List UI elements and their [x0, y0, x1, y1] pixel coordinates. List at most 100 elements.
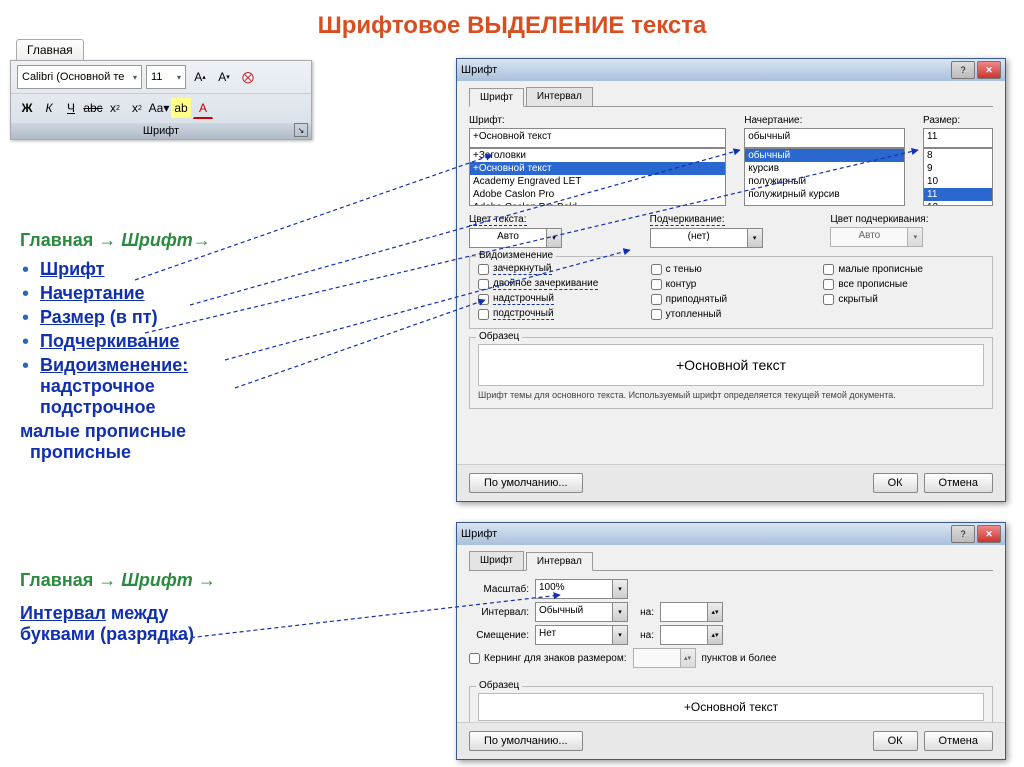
- list-item[interactable]: полужирный: [745, 175, 904, 188]
- scale-combo[interactable]: 100%▾: [535, 579, 628, 599]
- bullet-style: Начертание: [40, 283, 350, 304]
- hint-text: Шрифт темы для основного текста. Использ…: [478, 390, 984, 400]
- dropdown-icon: ▾: [908, 227, 923, 247]
- spacing-by-spinner[interactable]: ▴▾: [660, 602, 723, 622]
- position-by-spinner[interactable]: ▴▾: [660, 625, 723, 645]
- tab-interval[interactable]: Интервал: [526, 552, 593, 571]
- size-input[interactable]: 11: [923, 128, 993, 148]
- chk-shadow[interactable]: с тенью: [651, 263, 812, 275]
- spacing-by-label: на:: [634, 607, 654, 618]
- tab-font[interactable]: Шрифт: [469, 88, 524, 107]
- default-button[interactable]: По умолчанию...: [469, 473, 583, 493]
- chk-smallcaps[interactable]: малые прописные: [823, 263, 984, 275]
- dialog-launcher-icon[interactable]: ↘: [294, 123, 308, 137]
- underline-style-label: Подчеркивание:: [650, 214, 725, 226]
- spinner-icon: ▴▾: [681, 648, 696, 668]
- dropdown-icon: ▾: [177, 73, 181, 82]
- font-input[interactable]: +Основной текст: [469, 128, 726, 148]
- list-item[interactable]: +Заголовки: [470, 149, 725, 162]
- strike-button[interactable]: abc: [83, 98, 103, 118]
- underline-color-combo[interactable]: Авто▾: [830, 227, 993, 247]
- superscript-button[interactable]: x2: [127, 98, 147, 118]
- default-button[interactable]: По умолчанию...: [469, 731, 583, 751]
- chk-allcaps[interactable]: все прописные: [823, 278, 984, 290]
- list-item[interactable]: 12: [924, 201, 992, 206]
- dialog-title: Шрифт: [461, 64, 497, 76]
- grow-font-button[interactable]: A▴: [190, 67, 210, 87]
- effects-label: Видоизменение: [476, 250, 556, 261]
- style-list[interactable]: обычный курсив полужирный полужирный кур…: [744, 148, 905, 206]
- bullet-size: Размер (в пт): [40, 307, 350, 328]
- chk-hidden[interactable]: скрытый: [823, 293, 984, 305]
- list-item[interactable]: курсив: [745, 162, 904, 175]
- close-button[interactable]: ✕: [977, 525, 1001, 543]
- ribbon-tab-home[interactable]: Главная: [16, 39, 84, 60]
- font-list[interactable]: +Заголовки +Основной текст Academy Engra…: [469, 148, 726, 206]
- font-label: Шрифт:: [469, 115, 726, 126]
- help-button[interactable]: ?: [951, 525, 975, 543]
- position-combo[interactable]: Нет▾: [535, 625, 628, 645]
- font-name-value: Calibri (Основной те: [22, 71, 124, 83]
- list-item[interactable]: Academy Engraved LET: [470, 175, 725, 188]
- list-item[interactable]: обычный: [745, 149, 904, 162]
- bullet-allcaps: прописные: [30, 442, 350, 463]
- list-item[interactable]: 9: [924, 162, 992, 175]
- list-item[interactable]: +Основной текст: [470, 162, 725, 175]
- chk-strikethrough[interactable]: зачеркнутый: [478, 263, 639, 275]
- list-item[interactable]: 8: [924, 149, 992, 162]
- size-label: Размер:: [923, 115, 993, 126]
- dialog-titlebar: Шрифт ? ✕: [457, 523, 1005, 545]
- tab-interval[interactable]: Интервал: [526, 87, 593, 106]
- spinner-icon: ▴▾: [708, 625, 723, 645]
- list-item[interactable]: 10: [924, 175, 992, 188]
- chk-subscript[interactable]: подстрочный: [478, 308, 639, 320]
- spacing-combo[interactable]: Обычный▾: [535, 602, 628, 622]
- ok-button[interactable]: ОК: [873, 473, 918, 493]
- list-item[interactable]: Adobe Caslon Pro Bold: [470, 201, 725, 206]
- ribbon-font-group: Главная Calibri (Основной те▾ 11▾ A▴ A▾ …: [10, 60, 312, 140]
- kerning-spinner[interactable]: ▴▾: [633, 648, 696, 668]
- clear-format-button[interactable]: ⨂: [238, 67, 258, 87]
- chk-outline[interactable]: контур: [651, 278, 812, 290]
- size-list[interactable]: 8 9 10 11 12: [923, 148, 993, 206]
- dropdown-icon: ▾: [748, 228, 763, 248]
- cancel-button[interactable]: Отмена: [924, 473, 993, 493]
- font-size-combo[interactable]: 11▾: [146, 65, 186, 89]
- bullet-underline: Подчеркивание: [40, 331, 350, 352]
- chk-superscript[interactable]: надстрочный: [478, 293, 639, 305]
- chk-emboss[interactable]: приподнятый: [651, 293, 812, 305]
- page-title: Шрифтовое ВЫДЕЛЕНИЕ текста: [0, 0, 1024, 52]
- chk-engrave[interactable]: утопленный: [651, 308, 812, 320]
- italic-button[interactable]: К: [39, 98, 59, 118]
- chk-double-strike[interactable]: двойное зачеркивание: [478, 278, 639, 290]
- close-button[interactable]: ✕: [977, 61, 1001, 79]
- spinner-icon: ▴▾: [708, 602, 723, 622]
- sample-label: Образец: [476, 331, 522, 342]
- sample-label: Образец: [476, 680, 522, 691]
- change-case-button[interactable]: Aa▾: [149, 98, 169, 118]
- list-item[interactable]: 11: [924, 188, 992, 201]
- shrink-font-button[interactable]: A▾: [214, 67, 234, 87]
- bullet-smallcaps: малые прописные: [20, 421, 350, 442]
- subscript-button[interactable]: x2: [105, 98, 125, 118]
- underline-combo[interactable]: (нет)▾: [650, 228, 813, 248]
- dropdown-icon: ▾: [613, 579, 628, 599]
- list-item[interactable]: Adobe Caslon Pro: [470, 188, 725, 201]
- text-color-combo[interactable]: Авто▾: [469, 228, 632, 248]
- ok-button[interactable]: ОК: [873, 731, 918, 751]
- style-input[interactable]: обычный: [744, 128, 905, 148]
- instructions-block-1: Главная → Шрифт→ Шрифт Начертание Размер…: [20, 230, 350, 463]
- bold-button[interactable]: Ж: [17, 98, 37, 118]
- font-color-button[interactable]: A: [193, 98, 213, 119]
- help-button[interactable]: ?: [951, 61, 975, 79]
- tab-font[interactable]: Шрифт: [469, 551, 524, 570]
- cancel-button[interactable]: Отмена: [924, 731, 993, 751]
- chk-kerning[interactable]: Кернинг для знаков размером:: [469, 653, 627, 664]
- highlight-button[interactable]: ab: [171, 98, 191, 118]
- instructions-block-2: Главная → Шрифт → Интервал между буквами…: [20, 570, 350, 645]
- font-name-combo[interactable]: Calibri (Основной те▾: [17, 65, 142, 89]
- font-dialog: Шрифт ? ✕ Шрифт Интервал Шрифт: +Основно…: [456, 58, 1006, 502]
- bullet-font: Шрифт: [40, 259, 350, 280]
- underline-button[interactable]: Ч: [61, 98, 81, 118]
- list-item[interactable]: полужирный курсив: [745, 188, 904, 201]
